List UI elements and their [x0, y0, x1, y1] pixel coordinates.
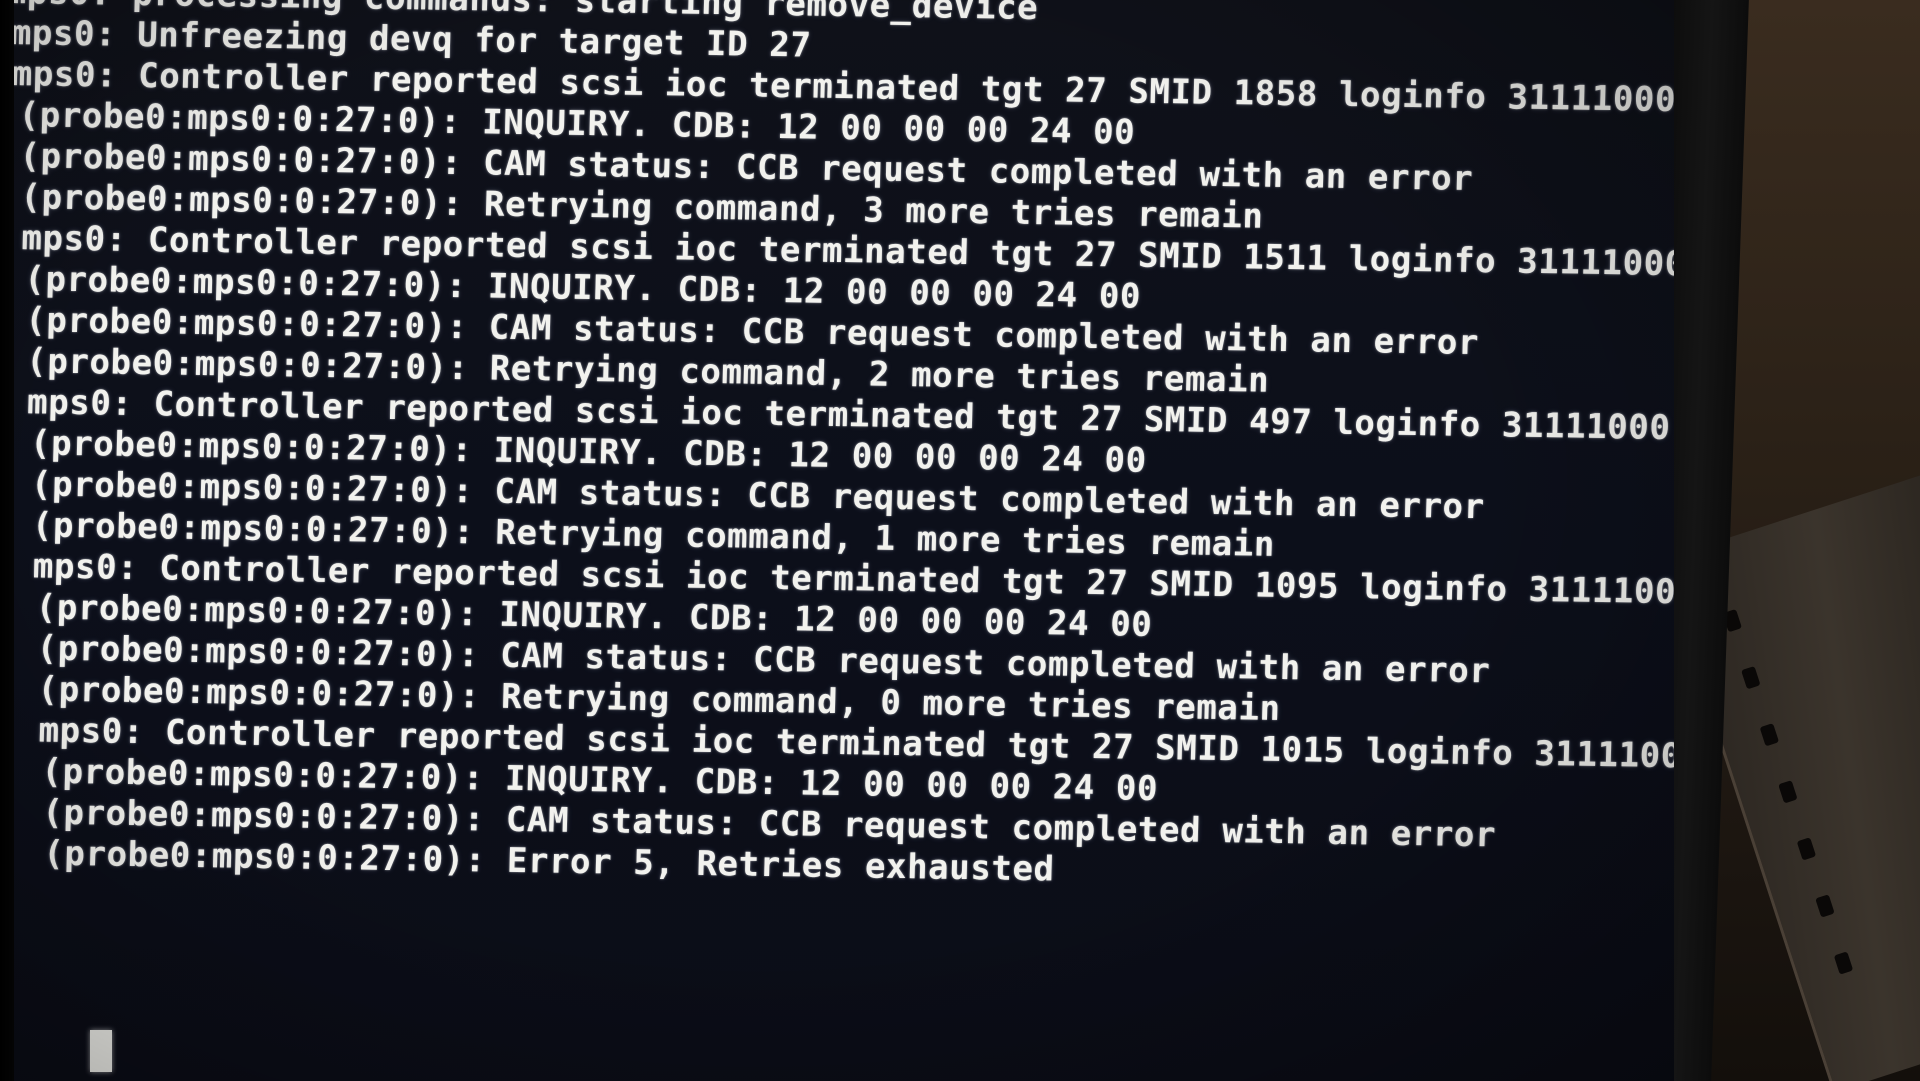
rail-hole	[1815, 894, 1835, 918]
text-cursor	[90, 1030, 112, 1072]
rail-hole	[1759, 723, 1780, 747]
rail-hole	[1741, 666, 1761, 690]
rail-hole	[1778, 780, 1798, 804]
console-output: mps0: processing commands: starting remo…	[14, 0, 1674, 900]
photo-scene: mps0: processing commands: starting remo…	[0, 0, 1920, 1081]
console-screen: mps0: processing commands: starting remo…	[14, 0, 1674, 1081]
rail-hole	[1833, 951, 1854, 975]
rail-hole	[1796, 837, 1817, 861]
